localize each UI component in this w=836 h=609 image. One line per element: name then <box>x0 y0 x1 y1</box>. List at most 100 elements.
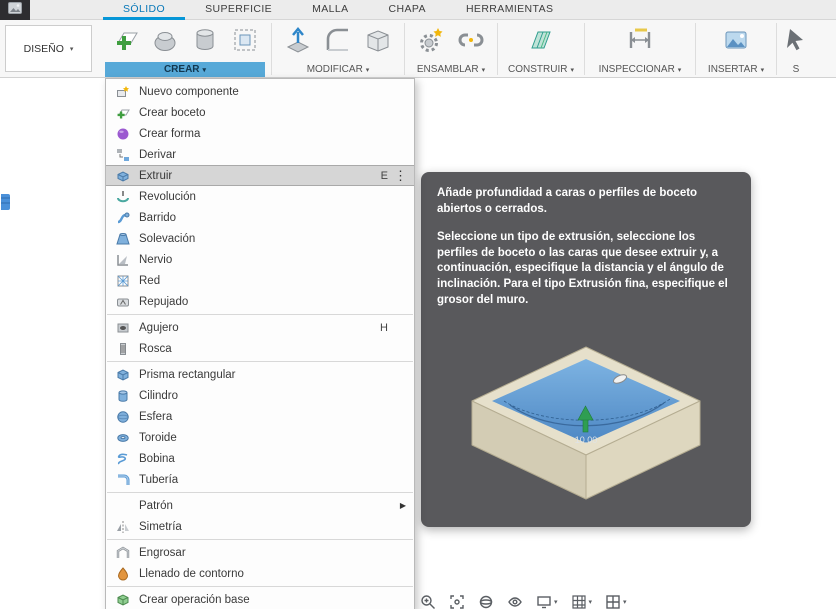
menu-item-cilindro[interactable]: Cilindro <box>106 385 414 406</box>
menu-item-agujero[interactable]: Agujero H <box>106 317 414 338</box>
mirror-icon <box>115 519 130 534</box>
primitive-cylinder-button[interactable] <box>185 22 225 60</box>
extrude-icon <box>115 168 130 183</box>
menu-item-barrido[interactable]: Barrido <box>106 207 414 228</box>
create-form-button[interactable] <box>145 22 185 60</box>
fit-button[interactable] <box>449 594 465 609</box>
toolbar-separator <box>404 23 405 75</box>
construction-plane-button[interactable] <box>521 22 561 60</box>
emboss-icon <box>115 294 130 309</box>
tooltip-description: Seleccione un tipo de extrusión, selecci… <box>437 230 728 307</box>
menu-item-label: Red <box>139 274 161 287</box>
look-at-button[interactable] <box>507 594 523 609</box>
zoom-button[interactable] <box>420 594 436 609</box>
fillet-button[interactable] <box>318 22 358 60</box>
modificar-panel-dropdown[interactable]: MODIFICAR ▾ <box>278 62 398 77</box>
menu-item-llenado-de-contorno[interactable]: Llenado de contorno <box>106 563 414 584</box>
empty-icon <box>115 498 130 513</box>
shell-button[interactable] <box>358 22 398 60</box>
tab-chapa[interactable]: CHAPA <box>369 0 446 20</box>
menu-item-label: Llenado de contorno <box>139 567 244 580</box>
display-settings-button[interactable]: ▾ <box>536 594 558 609</box>
new-component-icon <box>115 84 130 99</box>
menu-item-repujado[interactable]: Repujado <box>106 291 414 312</box>
shell-icon <box>363 25 393 58</box>
toolbar-group-insertar: INSERTAR ▾ <box>702 21 770 78</box>
menu-item-nuevo-componente[interactable]: Nuevo componente <box>106 81 414 102</box>
menu-item-bobina[interactable]: Bobina <box>106 448 414 469</box>
coil-icon <box>115 451 130 466</box>
bounding-box-button[interactable] <box>225 22 265 60</box>
menu-item-solevacion[interactable]: Solevación <box>106 228 414 249</box>
primitive-cylinder-icon <box>190 25 220 58</box>
menu-item-label: Extruir <box>139 169 173 182</box>
toolbar-group-seleccionar: S <box>783 21 809 78</box>
menu-item-red[interactable]: Red <box>106 270 414 291</box>
joint-button[interactable] <box>451 22 491 60</box>
menu-item-nervio[interactable]: Nervio <box>106 249 414 270</box>
menu-item-label: Engrosar <box>139 546 186 559</box>
chevron-down-icon: ▾ <box>677 66 682 74</box>
orbit-button[interactable] <box>478 594 494 609</box>
menu-separator <box>107 492 413 493</box>
menu-item-revolucion[interactable]: Revolución <box>106 186 414 207</box>
press-pull-button[interactable] <box>278 22 318 60</box>
menu-item-crear-operacion-base[interactable]: Crear operación base <box>106 589 414 609</box>
group-label: CONSTRUIR <box>508 64 568 75</box>
chevron-down-icon: ▾ <box>365 66 370 74</box>
toolbar-separator <box>584 23 585 75</box>
grid-settings-button[interactable]: ▾ <box>571 594 592 609</box>
menu-item-engrosar[interactable]: Engrosar <box>106 542 414 563</box>
app-thumbnail[interactable] <box>0 0 30 20</box>
tab-solido[interactable]: SÓLIDO <box>103 0 185 20</box>
inspeccionar-panel-dropdown[interactable]: INSPECCIONAR ▾ <box>591 62 689 77</box>
design-workspace-dropdown[interactable]: DISEÑO ▾ <box>5 25 92 72</box>
menu-item-crear-boceto[interactable]: Crear boceto <box>106 102 414 123</box>
tab-superficie[interactable]: SUPERFICIE <box>185 0 292 20</box>
more-options-icon[interactable]: ⋮ <box>394 169 407 182</box>
boundary-fill-icon <box>115 566 130 581</box>
menu-item-patron[interactable]: Patrón ▶ <box>106 495 414 516</box>
construction-plane-icon <box>526 25 556 58</box>
base-feature-icon <box>115 592 130 607</box>
menu-item-label: Crear operación base <box>139 593 250 606</box>
menu-item-label: Crear forma <box>139 127 201 140</box>
tab-malla[interactable]: MALLA <box>292 0 368 20</box>
seleccionar-panel-dropdown[interactable]: S <box>783 62 809 77</box>
menu-item-simetria[interactable]: Simetría <box>106 516 414 537</box>
grid-icon <box>571 594 587 609</box>
construir-panel-dropdown[interactable]: CONSTRUIR ▾ <box>504 62 578 77</box>
menu-item-prisma-rectangular[interactable]: Prisma rectangular <box>106 364 414 385</box>
crear-panel-dropdown[interactable]: CREAR ▾ <box>105 62 265 77</box>
menu-item-label: Rosca <box>139 342 172 355</box>
menu-item-toroide[interactable]: Toroide <box>106 427 414 448</box>
tooltip-summary: Añade profundidad a caras o perfiles de … <box>437 187 698 215</box>
insert-image-button[interactable] <box>716 22 756 60</box>
menu-item-esfera[interactable]: Esfera <box>106 406 414 427</box>
extrude-tooltip: Añade profundidad a caras o perfiles de … <box>421 172 751 528</box>
pipe-icon <box>115 472 130 487</box>
sweep-icon <box>115 210 130 225</box>
derive-icon <box>115 147 130 162</box>
tab-herramientas[interactable]: HERRAMIENTAS <box>446 0 573 20</box>
menu-item-rosca[interactable]: Rosca <box>106 338 414 359</box>
display-settings-icon <box>536 594 552 609</box>
select-button[interactable] <box>783 22 809 60</box>
insertar-panel-dropdown[interactable]: INSERTAR ▾ <box>702 62 770 77</box>
toolbar-group-inspeccionar: INSPECCIONAR ▾ <box>591 21 689 78</box>
group-label: ENSAMBLAR <box>416 64 479 75</box>
menu-item-derivar[interactable]: Derivar <box>106 144 414 165</box>
chevron-down-icon: ▾ <box>202 66 207 74</box>
viewports-button[interactable]: ▾ <box>605 594 627 609</box>
menu-separator <box>107 586 413 587</box>
zoom-icon <box>420 594 436 609</box>
menu-item-tuberia[interactable]: Tubería <box>106 469 414 490</box>
measure-button[interactable] <box>620 22 660 60</box>
new-component-button[interactable] <box>411 22 451 60</box>
menu-item-crear-forma[interactable]: Crear forma <box>106 123 414 144</box>
create-sketch-button[interactable] <box>105 22 145 60</box>
menu-separator <box>107 539 413 540</box>
ensamblar-panel-dropdown[interactable]: ENSAMBLAR ▾ <box>411 62 491 77</box>
group-label: MODIFICAR <box>306 64 363 75</box>
menu-item-extruir[interactable]: Extruir E ⋮ <box>106 165 414 186</box>
